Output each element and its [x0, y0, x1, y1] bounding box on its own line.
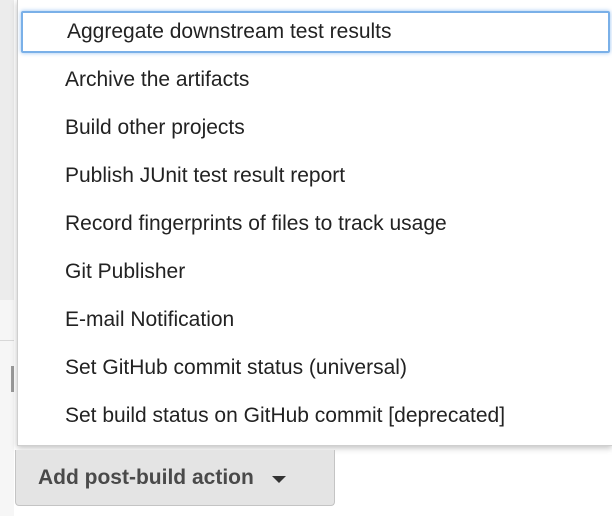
caret-down-icon: [271, 475, 286, 483]
add-post-build-action-label: Add post-build action: [38, 465, 254, 489]
menu-item-label: Publish JUnit test result report: [65, 164, 346, 187]
menu-item-build-other-projects[interactable]: Build other projects: [18, 104, 612, 152]
menu-item-record-fingerprints[interactable]: Record fingerprints of files to track us…: [18, 200, 612, 248]
menu-item-label: Set GitHub commit status (universal): [65, 356, 407, 379]
page-divider: [0, 340, 14, 341]
menu-item-label: Aggregate downstream test results: [67, 20, 392, 43]
page-scroll-mark: [11, 366, 14, 392]
menu-item-set-github-commit-status[interactable]: Set GitHub commit status (universal): [18, 344, 612, 392]
add-post-build-action-button[interactable]: Add post-build action: [15, 450, 335, 506]
menu-item-label: Archive the artifacts: [65, 68, 250, 91]
menu-item-aggregate-downstream-test-results[interactable]: Aggregate downstream test results: [21, 11, 610, 53]
page-left-strip-lower: [0, 300, 14, 516]
menu-item-label: E-mail Notification: [65, 308, 235, 331]
page-left-strip: [0, 0, 14, 300]
menu-item-email-notification[interactable]: E-mail Notification: [18, 296, 612, 344]
menu-item-label: Set build status on GitHub commit [depre…: [65, 404, 506, 427]
menu-item-archive-artifacts[interactable]: Archive the artifacts: [18, 56, 612, 104]
menu-item-git-publisher[interactable]: Git Publisher: [18, 248, 612, 296]
menu-item-label: Git Publisher: [65, 260, 186, 283]
menu-item-label: Record fingerprints of files to track us…: [65, 212, 447, 235]
menu-item-set-build-status-github-deprecated[interactable]: Set build status on GitHub commit [depre…: [18, 392, 612, 440]
menu-item-publish-junit-report[interactable]: Publish JUnit test result report: [18, 152, 612, 200]
menu-item-label: Build other projects: [65, 116, 245, 139]
post-build-action-dropdown: Aggregate downstream test results Archiv…: [17, 0, 612, 446]
